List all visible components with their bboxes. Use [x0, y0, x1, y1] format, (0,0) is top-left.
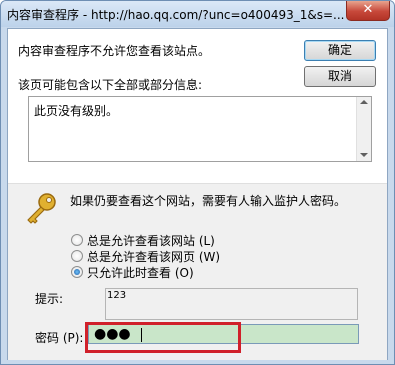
radio-this-time[interactable] [71, 266, 83, 278]
ok-button[interactable]: 确定 [304, 40, 376, 61]
hint-value: 123 [107, 290, 127, 301]
password-panel: 如果仍要查看这个网站，需要有人输入监护人密码。 总是允许查看该网站 (L) 总是… [8, 183, 387, 360]
dialog-body: 内容审查程序不允许您查看该站点。 确定 取消 该页可能包含以下全部或部分信息: … [7, 28, 388, 360]
blocked-message: 内容审查程序不允许您查看该站点。 [18, 44, 211, 58]
highlight-annotation [85, 322, 241, 353]
info-label: 该页可能包含以下全部或部分信息: [18, 78, 203, 92]
title-bar: 内容审查程序 - http://hao.qq.com/?unc=o400493_… [1, 1, 394, 27]
info-scrollbar[interactable] [356, 97, 371, 161]
password-label: 密码 (P): [35, 331, 84, 345]
option-always-page-label[interactable]: 总是允许查看该网页 (W) [87, 248, 220, 265]
option-always-site-label[interactable]: 总是允许查看该网站 (L) [87, 232, 215, 249]
option-this-time-label[interactable]: 只允许此时查看 (O) [87, 264, 194, 281]
key-icon [27, 193, 56, 224]
close-icon: ✕ [362, 2, 374, 17]
hint-label: 提示: [35, 292, 64, 306]
radio-always-page[interactable] [71, 250, 83, 262]
hint-field: 123 [105, 288, 358, 320]
info-text: 此页没有级别。 [34, 104, 119, 118]
prompt-text: 如果仍要查看这个网站，需要有人输入监护人密码。 [70, 194, 347, 208]
content-advisor-dialog: 内容审查程序 - http://hao.qq.com/?unc=o400493_… [0, 0, 395, 365]
window-title: 内容审查程序 - http://hao.qq.com/?unc=o400493_… [7, 8, 345, 22]
scroll-down-icon[interactable] [360, 153, 368, 157]
radio-always-site[interactable] [71, 234, 83, 246]
info-textbox[interactable]: 此页没有级别。 [28, 96, 372, 162]
cancel-button[interactable]: 取消 [304, 66, 376, 87]
close-button[interactable]: ✕ [346, 1, 390, 21]
scroll-up-icon[interactable] [360, 100, 368, 104]
